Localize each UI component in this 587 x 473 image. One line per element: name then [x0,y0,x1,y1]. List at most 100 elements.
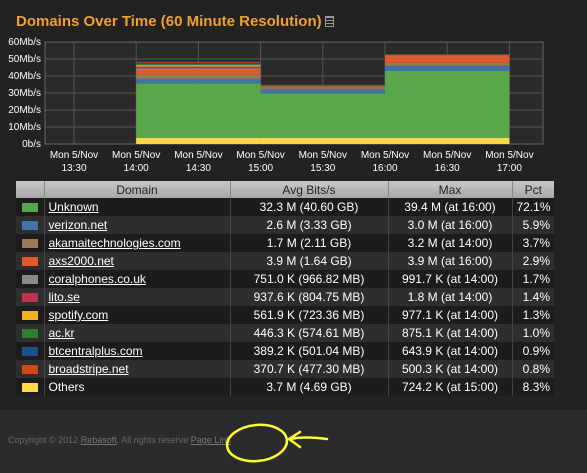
avg-cell: 2.6 M (3.33 GB) [230,216,389,234]
footer: Copyright © 2012 Rebasoft. All rights re… [8,435,231,445]
stack-segment [260,86,385,87]
stack-segment [136,78,261,84]
y-tick-label: 60Mb/s [8,37,41,48]
stack-segment [136,137,261,144]
stack-segment [136,69,261,75]
avg-cell: 370.7 K (477.30 MB) [230,360,389,378]
pct-cell: 1.3% [512,306,554,324]
domain-link[interactable]: ac.kr [49,326,75,340]
series-color-swatch [21,329,38,339]
domain-link[interactable]: coralphones.co.uk [49,272,146,286]
series-color-swatch [21,275,38,285]
stack-segment [260,89,385,94]
table-row: btcentralplus.com 389.2 K (501.04 MB) 64… [16,342,554,360]
stack-segment [385,62,510,66]
table-row: coralphones.co.uk 751.0 K (966.82 MB) 99… [16,270,554,288]
x-tick-label: Mon 5/Nov [236,150,284,161]
pct-cell: 1.7% [512,270,554,288]
pct-cell: 2.9% [512,252,554,270]
x-tick-label: Mon 5/Nov [423,150,471,161]
x-tick-label: 16:30 [435,163,460,174]
y-tick-label: 20Mb/s [8,105,41,116]
domain-cell: btcentralplus.com [44,342,231,360]
x-tick-label: Mon 5/Nov [299,150,347,161]
max-cell: 991.7 K (at 14:00) [388,270,513,288]
domain-cell: Others [44,378,231,396]
domain-link[interactable]: Unknown [49,200,99,214]
avg-cell: 1.7 M (2.11 GB) [230,234,389,252]
pct-cell: 72.1% [512,198,554,216]
pct-cell: 1.4% [512,288,554,306]
domain-link[interactable]: spotify.com [49,308,109,322]
domain-link[interactable]: verizon.net [49,218,108,232]
stack-segment [136,63,261,66]
avg-cell: 751.0 K (966.82 MB) [230,270,389,288]
pct-cell: 0.8% [512,360,554,378]
report-title: Domains Over Time (60 Minute Resolution) [16,13,334,30]
max-column-header[interactable]: Max [388,181,513,198]
report-panel: Domains Over Time (60 Minute Resolution)… [0,0,587,410]
domain-link[interactable]: lito.se [49,290,80,304]
pct-column-header[interactable]: Pct [512,181,554,198]
domain-link[interactable]: broadstripe.net [49,362,129,376]
avg-cell: 446.3 K (574.61 MB) [230,324,389,342]
highlight-arrow-head [287,430,302,449]
table-row: spotify.com 561.9 K (723.36 MB) 977.1 K … [16,306,554,324]
stack-segment [385,70,510,138]
stack-segment [136,62,261,64]
pct-cell: 5.9% [512,216,554,234]
x-tick-label: 16:00 [372,163,397,174]
report-title-text: Domains Over Time (60 Minute Resolution) [16,13,322,30]
color-cell [16,216,45,234]
x-tick-label: 14:30 [186,163,211,174]
stack-segment [260,87,385,89]
table-row: Unknown 32.3 M (40.60 GB) 39.4 M (at 16:… [16,198,554,216]
stack-segment [136,61,261,63]
stack-segment [260,86,385,88]
max-cell: 643.9 K (at 14:00) [388,342,513,360]
series-color-swatch [21,221,38,231]
pct-cell: 0.9% [512,342,554,360]
avg-cell: 32.3 M (40.60 GB) [230,198,389,216]
color-cell [16,378,45,396]
x-tick-label: Mon 5/Nov [485,150,533,161]
highlight-circle [225,423,289,463]
domains-area-chart: 60Mb/s 50Mb/s 40Mb/s 30Mb/s 20Mb/s 10Mb/s 0b/s… [8,37,544,174]
max-cell: 3.0 M (at 16:00) [388,216,513,234]
y-tick-label: 10Mb/s [8,122,41,133]
avg-column-header[interactable]: Avg Bits/s [230,181,389,198]
table-row: axs2000.net 3.9 M (1.64 GB) 3.9 M (at 16… [16,252,554,270]
domain-column-header[interactable]: Domain [44,181,231,198]
max-cell: 724.2 K (at 15:00) [388,378,513,396]
rights-text: . All rights reserve [116,435,189,445]
table-row: broadstripe.net 370.7 K (477.30 MB) 500.… [16,360,554,378]
max-cell: 1.8 M (at 14:00) [388,288,513,306]
domain-cell: broadstripe.net [44,360,231,378]
max-cell: 3.2 M (at 14:00) [388,234,513,252]
domain-link[interactable]: btcentralplus.com [49,344,143,358]
page-link[interactable]: Page Link [191,435,231,445]
x-tick-label: 17:00 [497,163,522,174]
avg-cell: 389.2 K (501.04 MB) [230,342,389,360]
stack-segment [260,93,385,138]
domain-cell: verizon.net [44,216,231,234]
series-color-swatch [21,239,38,249]
y-tick-label: 50Mb/s [8,54,41,65]
table-row: akamaitechnologies.com 1.7 M (2.11 GB) 3… [16,234,554,252]
color-cell [16,360,45,378]
max-cell: 977.1 K (at 14:00) [388,306,513,324]
series-color-swatch [21,347,38,357]
table-header-row: Domain Avg Bits/s Max Pct [16,181,554,198]
max-cell: 500.3 K (at 14:00) [388,360,513,378]
series-color-swatch [21,203,38,213]
x-tick-label: Mon 5/Nov [174,150,222,161]
x-tick-label: Mon 5/Nov [361,150,409,161]
color-cell [16,288,45,306]
rebasoft-link[interactable]: Rebasoft [81,435,117,445]
document-icon[interactable] [324,16,334,27]
highlight-arrow-shaft [288,436,329,441]
avg-cell: 561.9 K (723.36 MB) [230,306,389,324]
color-cell [16,234,45,252]
domain-link[interactable]: axs2000.net [49,254,114,268]
domain-link[interactable]: akamaitechnologies.com [49,236,181,250]
